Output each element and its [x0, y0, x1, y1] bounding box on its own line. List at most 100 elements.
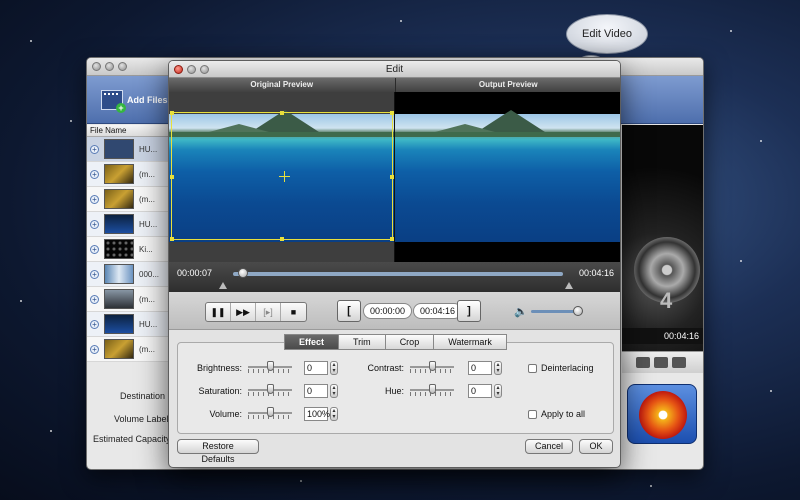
- file-row[interactable]: + (m...: [87, 337, 170, 362]
- edit-minimize-button[interactable]: [187, 65, 196, 74]
- add-files-button[interactable]: Add Files ▾: [101, 90, 176, 113]
- crop-handle-tr[interactable]: [390, 111, 394, 115]
- saturation-stepper[interactable]: ▴ ▾: [330, 384, 338, 398]
- file-row[interactable]: + (m...: [87, 187, 170, 212]
- crop-handle-tl[interactable]: [170, 111, 174, 115]
- file-thumbnail: [104, 189, 134, 209]
- camera-icon[interactable]: [636, 357, 650, 368]
- contrast-stepper[interactable]: ▴ ▾: [494, 361, 502, 375]
- expand-icon[interactable]: +: [90, 319, 99, 329]
- edit-video-tooltip: Edit Video: [566, 14, 648, 54]
- brightness-label: Brightness:: [196, 363, 242, 373]
- output-preview-label: Output Preview: [396, 78, 621, 92]
- tab-crop[interactable]: Crop: [384, 334, 434, 350]
- tab-effect[interactable]: Effect: [284, 334, 339, 350]
- file-row[interactable]: +000...: [87, 262, 170, 287]
- volume-stepper[interactable]: ▴ ▾: [330, 407, 338, 421]
- restore-defaults-button[interactable]: Restore Defaults: [177, 439, 259, 464]
- edit-close-button[interactable]: [174, 65, 183, 74]
- set-start-button[interactable]: [: [337, 300, 361, 322]
- file-thumbnail: [104, 264, 134, 284]
- edit-dialog: Edit Original Preview Output Preview 00:…: [168, 60, 621, 468]
- hue-label: Hue:: [384, 386, 404, 396]
- crop-handle-t[interactable]: [280, 111, 284, 115]
- hue-slider[interactable]: [410, 384, 454, 396]
- crop-handle-l[interactable]: [170, 175, 174, 179]
- expand-icon[interactable]: +: [90, 344, 99, 354]
- file-row[interactable]: + (m...: [87, 287, 170, 312]
- stop-button[interactable]: ■: [281, 303, 306, 321]
- file-name: (m...: [139, 194, 155, 204]
- main-close-button[interactable]: [92, 62, 101, 71]
- contrast-slider[interactable]: [410, 361, 454, 373]
- set-end-button[interactable]: ]: [457, 300, 481, 322]
- cancel-button[interactable]: Cancel: [525, 439, 573, 454]
- expand-icon[interactable]: +: [90, 219, 99, 229]
- crop-handle-b[interactable]: [280, 237, 284, 241]
- saturation-slider[interactable]: [248, 384, 292, 396]
- crop-rectangle[interactable]: [170, 111, 394, 241]
- speaker-icon: 🔈: [514, 306, 528, 318]
- contrast-input[interactable]: 0: [468, 361, 492, 375]
- hue-stepper[interactable]: ▴ ▾: [494, 384, 502, 398]
- crop-handle-bl[interactable]: [170, 237, 174, 241]
- crop-handle-r[interactable]: [390, 175, 394, 179]
- apply-to-all-checkbox[interactable]: Apply to all: [528, 409, 585, 419]
- volume-input[interactable]: 100%: [304, 407, 330, 421]
- main-minimize-button[interactable]: [105, 62, 114, 71]
- apply-to-all-label: Apply to all: [541, 409, 586, 419]
- trim-start-marker[interactable]: [219, 282, 227, 289]
- folder-icon[interactable]: [654, 357, 668, 368]
- expand-icon[interactable]: +: [90, 294, 99, 304]
- deinterlacing-label: Deinterlacing: [541, 363, 594, 373]
- crop-center-crosshair-icon: [279, 171, 290, 182]
- saturation-input[interactable]: 0: [304, 384, 328, 398]
- start-time-field[interactable]: 00:00:00: [363, 303, 413, 319]
- volume-effect-slider[interactable]: [248, 407, 292, 419]
- output-video-frame: [395, 110, 620, 242]
- end-time-field[interactable]: 00:04:16: [413, 303, 463, 319]
- volume-label: Volume:: [209, 409, 242, 419]
- file-row[interactable]: + HU...: [87, 312, 170, 337]
- volume-slider-track[interactable]: [531, 310, 579, 313]
- expand-icon[interactable]: +: [90, 244, 99, 254]
- playback-button-group: ❚❚ ▶▶ [▸] ■: [205, 302, 307, 322]
- hue-input[interactable]: 0: [468, 384, 492, 398]
- expand-icon[interactable]: +: [90, 269, 99, 279]
- tab-watermark[interactable]: Watermark: [433, 334, 507, 350]
- main-zoom-button[interactable]: [118, 62, 127, 71]
- file-name: (m...: [139, 344, 155, 354]
- image-icon[interactable]: [672, 357, 686, 368]
- edit-zoom-button[interactable]: [200, 65, 209, 74]
- deinterlacing-checkbox[interactable]: Deinterlacing: [528, 363, 594, 373]
- file-thumbnail: [104, 314, 134, 334]
- trim-end-marker[interactable]: [565, 282, 573, 289]
- expand-icon[interactable]: +: [90, 194, 99, 204]
- ok-button[interactable]: OK: [579, 439, 613, 454]
- effect-panel: Brightness: 0 ▴ ▾ Saturation: 0 ▴ ▾ Volume…: [177, 342, 614, 434]
- snapshot-button[interactable]: [▸]: [256, 303, 281, 321]
- brightness-slider[interactable]: [248, 361, 292, 373]
- file-row[interactable]: + HU...: [87, 212, 170, 237]
- pause-button[interactable]: ❚❚: [206, 303, 231, 321]
- file-row[interactable]: + (m...: [87, 162, 170, 187]
- file-row[interactable]: + Ki...: [87, 237, 170, 262]
- volume-slider-knob[interactable]: [573, 306, 583, 316]
- crop-handle-br[interactable]: [390, 237, 394, 241]
- file-thumbnail: [104, 239, 134, 259]
- timeline-scrubber[interactable]: [237, 268, 248, 278]
- saturation-label: Saturation:: [198, 386, 242, 396]
- expand-icon[interactable]: +: [90, 169, 99, 179]
- next-frame-button[interactable]: ▶▶: [231, 303, 256, 321]
- timeline-track[interactable]: [233, 272, 563, 276]
- brightness-input[interactable]: 0: [304, 361, 328, 375]
- add-film-icon: [101, 90, 126, 113]
- file-thumbnail: [104, 339, 134, 359]
- file-row[interactable]: + HU...: [87, 137, 170, 162]
- tab-trim[interactable]: Trim: [338, 334, 385, 350]
- file-name-column-header[interactable]: File Name: [87, 125, 170, 137]
- file-thumbnail: [104, 164, 134, 184]
- burn-button[interactable]: [627, 384, 697, 444]
- expand-icon[interactable]: +: [90, 144, 99, 154]
- brightness-stepper[interactable]: ▴ ▾: [330, 361, 338, 375]
